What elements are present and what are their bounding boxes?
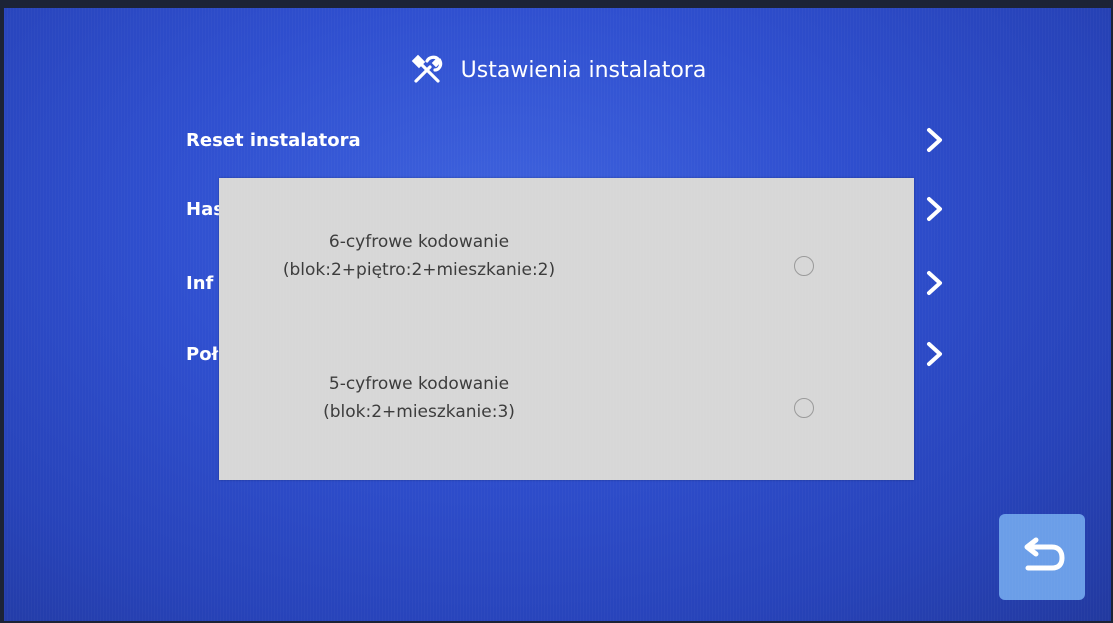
option-6-digit[interactable]: 6-cyfrowe kodowanie (blok:2+piętro:2+mie… xyxy=(219,228,914,308)
option-label: 6-cyfrowe kodowanie (blok:2+piętro:2+mie… xyxy=(219,228,619,284)
tools-icon xyxy=(411,54,442,83)
option-5-digit[interactable]: 5-cyfrowe kodowanie (blok:2+mieszkanie:3… xyxy=(219,370,914,450)
coding-dialog: 6-cyfrowe kodowanie (blok:2+piętro:2+mie… xyxy=(219,178,914,480)
menu-item-reset[interactable]: Reset instalatora xyxy=(186,120,946,160)
option-subtitle: (blok:2+mieszkanie:3) xyxy=(323,402,515,422)
chevron-right-icon xyxy=(927,342,942,366)
chevron-right-icon xyxy=(927,128,942,152)
screen: Ustawienia instalatora Reset instalatora… xyxy=(4,8,1111,621)
option-radio[interactable] xyxy=(794,256,814,276)
option-subtitle: (blok:2+piętro:2+mieszkanie:2) xyxy=(282,260,556,280)
option-title: 5-cyfrowe kodowanie xyxy=(328,374,510,394)
chevron-right-icon xyxy=(927,271,942,295)
menu-item-label: Reset instalatora xyxy=(186,129,361,151)
page-header: Ustawienia instalatora xyxy=(4,50,1111,90)
back-button[interactable] xyxy=(999,514,1085,600)
menu-item-label: Poł xyxy=(186,343,219,365)
menu-item-label: Inf xyxy=(186,272,214,294)
page-title: Ustawienia instalatora xyxy=(460,57,707,83)
option-label: 5-cyfrowe kodowanie (blok:2+mieszkanie:3… xyxy=(219,370,619,426)
back-arrow-icon xyxy=(1024,537,1065,571)
chevron-right-icon xyxy=(927,197,942,221)
option-radio[interactable] xyxy=(794,398,814,418)
option-title: 6-cyfrowe kodowanie xyxy=(328,232,510,252)
